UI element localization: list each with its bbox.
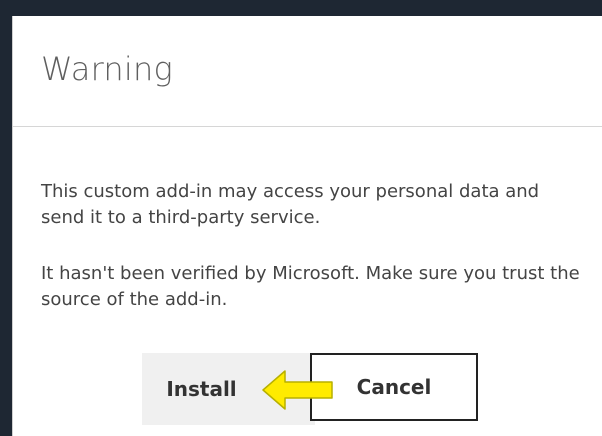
verification-message: It hasn't been verified by Microsoft. Ma… — [41, 263, 580, 310]
cancel-button[interactable]: Cancel — [310, 353, 478, 421]
install-button-label: Install — [166, 377, 237, 401]
cancel-button-label: Cancel — [356, 375, 432, 399]
warning-dialog: Warning This custom add-in may access yo… — [12, 16, 602, 436]
dialog-header: Warning — [13, 16, 602, 127]
dialog-actions: Install Cancel — [13, 353, 602, 427]
dialog-title: Warning — [41, 50, 173, 88]
permission-message: This custom add-in may access your perso… — [41, 181, 540, 228]
install-button[interactable]: Install — [142, 353, 315, 425]
